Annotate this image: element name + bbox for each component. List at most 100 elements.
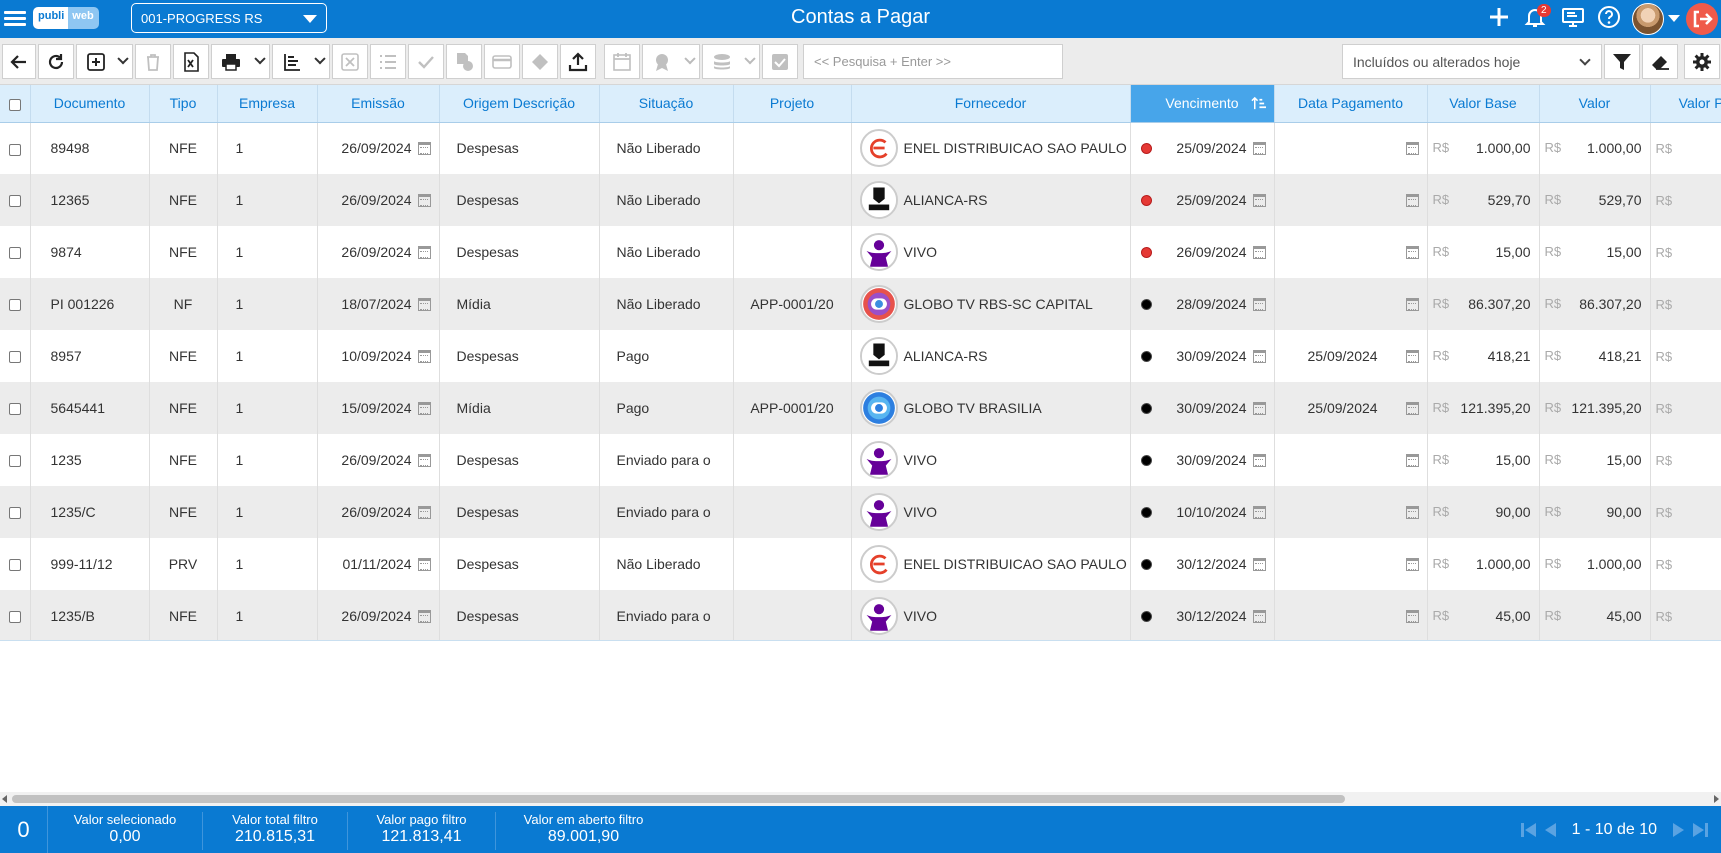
cell-valor[interactable]: R$ 529,70 [1539, 174, 1651, 226]
cell-empresa[interactable]: 1 [217, 538, 318, 590]
scroll-left-arrow[interactable] [2, 795, 7, 803]
excel-export-button[interactable] [173, 44, 209, 79]
calendar-icon[interactable] [417, 297, 431, 311]
refresh-button[interactable] [38, 44, 74, 79]
table-row[interactable]: 1235/B NFE 1 26/09/2024 Despesas Enviado para… [0, 590, 1721, 640]
cell-tipo[interactable]: NF [149, 278, 218, 330]
column-header-valor-base[interactable]: Valor Base [1427, 85, 1540, 123]
cell-documento[interactable]: 1235/C [30, 486, 150, 538]
row-checkbox-cell[interactable] [0, 278, 31, 330]
cell-tipo[interactable]: PRV [149, 538, 218, 590]
cell-emissao[interactable]: 26/09/2024 [317, 590, 440, 640]
first-page-button[interactable] [1518, 819, 1540, 841]
diamond-button[interactable] [522, 44, 558, 79]
cell-documento[interactable]: 12365 [30, 174, 150, 226]
row-checkbox-cell[interactable] [0, 538, 31, 590]
calendar-icon[interactable] [417, 193, 431, 207]
cell-data-pagamento[interactable] [1274, 226, 1428, 278]
list-button[interactable] [370, 44, 406, 79]
calendar-icon[interactable] [417, 245, 431, 259]
menu-icon[interactable] [4, 8, 26, 28]
cell-projeto[interactable] [733, 434, 852, 486]
calendar-icon[interactable] [417, 505, 431, 519]
cell-vencimento[interactable]: 25/09/2024 [1130, 174, 1275, 226]
row-checkbox[interactable] [8, 559, 21, 572]
calendar-icon[interactable] [417, 141, 431, 155]
cell-emissao[interactable]: 26/09/2024 [317, 434, 440, 486]
cell-data-pagamento[interactable] [1274, 590, 1428, 640]
cell-valor-base[interactable]: R$ 15,00 [1427, 226, 1540, 278]
scroll-right-arrow[interactable] [1714, 795, 1719, 803]
calendar-icon[interactable] [1405, 401, 1419, 415]
row-checkbox-cell[interactable] [0, 122, 31, 174]
table-row[interactable]: PI 001226 NF 1 18/07/2024 Mídia Não Liberado A… [0, 278, 1721, 330]
cell-documento[interactable]: 1235/B [30, 590, 150, 640]
cell-empresa[interactable]: 1 [217, 434, 318, 486]
cell-situacao[interactable]: Enviado para o [599, 590, 734, 640]
calendar-icon[interactable] [1252, 609, 1266, 623]
calendar-icon[interactable] [1405, 557, 1419, 571]
cancel-button[interactable] [332, 44, 368, 79]
cell-valor-base[interactable]: R$ 418,21 [1427, 330, 1540, 382]
calendar-icon[interactable] [1405, 349, 1419, 363]
cell-valor-pago[interactable]: R$ [1650, 226, 1721, 278]
cell-empresa[interactable]: 1 [217, 174, 318, 226]
cell-projeto[interactable] [733, 122, 852, 174]
cell-situacao[interactable]: Não Liberado [599, 226, 734, 278]
cell-data-pagamento[interactable]: 25/09/2024 [1274, 382, 1428, 434]
cell-fornecedor[interactable]: VIVO [851, 226, 1131, 278]
calendar-icon[interactable] [1252, 401, 1266, 415]
cell-emissao[interactable]: 01/11/2024 [317, 538, 440, 590]
clear-filter-button[interactable] [1642, 44, 1678, 79]
cell-documento[interactable]: 1235 [30, 434, 150, 486]
cell-origem[interactable]: Mídia [439, 382, 600, 434]
logout-button[interactable] [1686, 3, 1718, 35]
column-header-valor[interactable]: Valor [1539, 85, 1651, 123]
check-square-button[interactable] [762, 44, 798, 79]
back-button[interactable] [2, 44, 36, 79]
cell-documento[interactable]: 89498 [30, 122, 150, 174]
quick-filter-select[interactable]: Incluídos ou alterados hoje [1342, 44, 1602, 79]
cell-origem[interactable]: Despesas [439, 590, 600, 640]
cell-documento[interactable]: 5645441 [30, 382, 150, 434]
calendar-icon[interactable] [417, 401, 431, 415]
app-logo[interactable]: publi web [33, 7, 99, 29]
cell-emissao[interactable]: 26/09/2024 [317, 486, 440, 538]
cell-projeto[interactable] [733, 538, 852, 590]
calendar-icon[interactable] [417, 609, 431, 623]
row-checkbox-cell[interactable] [0, 486, 31, 538]
cell-valor-pago[interactable]: R$ [1650, 122, 1721, 174]
cell-origem[interactable]: Despesas [439, 174, 600, 226]
cell-valor-pago[interactable]: R$ [1650, 330, 1721, 382]
cell-valor-base[interactable]: R$ 529,70 [1427, 174, 1540, 226]
column-header-tipo[interactable]: Tipo [149, 85, 218, 123]
cell-empresa[interactable]: 1 [217, 278, 318, 330]
column-header-fornecedor[interactable]: Fornecedor [851, 85, 1131, 123]
calendar-icon[interactable] [1405, 297, 1419, 311]
cell-fornecedor[interactable]: ENEL DISTRIBUICAO SAO PAULO [851, 122, 1131, 174]
cell-emissao[interactable]: 15/09/2024 [317, 382, 440, 434]
cell-empresa[interactable]: 1 [217, 226, 318, 278]
cell-valor[interactable]: R$ 1.000,00 [1539, 122, 1651, 174]
cell-origem[interactable]: Despesas [439, 330, 600, 382]
cell-valor[interactable]: R$ 418,21 [1539, 330, 1651, 382]
row-checkbox[interactable] [8, 299, 21, 312]
column-header-origem-descricao[interactable]: Origem Descrição [439, 85, 600, 123]
cell-valor[interactable]: R$ 1.000,00 [1539, 538, 1651, 590]
sort-ascending-icon[interactable] [1250, 96, 1266, 111]
select-all-checkbox[interactable] [8, 98, 21, 111]
calendar-icon[interactable] [1252, 349, 1266, 363]
cell-data-pagamento[interactable] [1274, 486, 1428, 538]
calendar-icon[interactable] [417, 349, 431, 363]
row-checkbox[interactable] [8, 455, 21, 468]
cell-fornecedor[interactable]: VIVO [851, 486, 1131, 538]
row-checkbox-cell[interactable] [0, 434, 31, 486]
cell-valor-pago[interactable]: R$ [1650, 486, 1721, 538]
cell-empresa[interactable]: 1 [217, 486, 318, 538]
horizontal-scrollbar[interactable] [0, 792, 1721, 806]
search-input[interactable] [803, 44, 1063, 79]
row-checkbox[interactable] [8, 143, 21, 156]
cell-origem[interactable]: Despesas [439, 434, 600, 486]
cell-projeto[interactable] [733, 226, 852, 278]
calendar-icon[interactable] [1252, 297, 1266, 311]
